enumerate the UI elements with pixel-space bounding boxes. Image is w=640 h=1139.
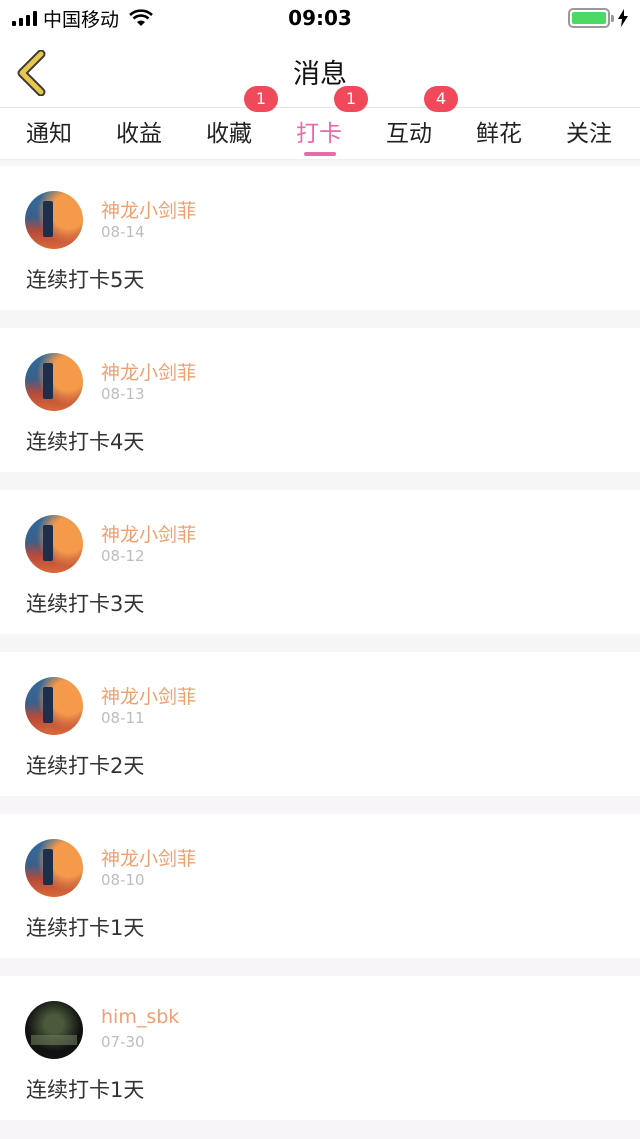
tab-interaction[interactable]: 互动 4 — [386, 86, 458, 148]
tab-badge: 1 — [334, 86, 368, 112]
tab-bar: 通知 收益 收藏 1 打卡 1 互动 4 鲜花 关注 — [0, 86, 640, 160]
active-tab-indicator — [304, 152, 336, 156]
message-content: 连续打卡2天 — [26, 754, 145, 778]
tab-checkin[interactable]: 打卡 1 — [296, 86, 368, 148]
navigation-bar: 消息 — [0, 36, 640, 108]
chevron-left-icon — [17, 49, 46, 97]
message-content: 连续打卡4天 — [26, 430, 145, 454]
tab-notifications[interactable]: 通知 — [26, 114, 72, 148]
page-title: 消息 — [293, 59, 347, 90]
message-item[interactable]: 神龙小剑菲 08-14 连续打卡5天 — [0, 166, 640, 310]
avatar[interactable] — [25, 191, 83, 249]
message-content: 连续打卡3天 — [26, 592, 145, 616]
avatar[interactable] — [25, 1001, 83, 1059]
back-button[interactable] — [14, 49, 50, 97]
battery-indicator — [568, 8, 628, 28]
status-time: 09:03 — [288, 6, 352, 30]
tab-favorites[interactable]: 收藏 1 — [206, 86, 278, 148]
message-username[interactable]: 神龙小剑菲 — [101, 844, 196, 871]
message-username[interactable]: 神龙小剑菲 — [101, 682, 196, 709]
tab-flowers[interactable]: 鲜花 — [476, 114, 522, 148]
tab-earnings[interactable]: 收益 — [116, 114, 162, 148]
message-content: 连续打卡1天 — [26, 916, 145, 940]
message-date: 08-11 — [101, 709, 145, 727]
message-date: 08-13 — [101, 385, 145, 403]
avatar[interactable] — [25, 839, 83, 897]
message-username[interactable]: 神龙小剑菲 — [101, 358, 196, 385]
tab-badge: 4 — [424, 86, 458, 112]
avatar[interactable] — [25, 677, 83, 735]
message-item[interactable]: 神龙小剑菲 08-12 连续打卡3天 — [0, 490, 640, 634]
message-content: 连续打卡1天 — [26, 1078, 145, 1102]
tab-badge: 1 — [244, 86, 278, 112]
charging-bolt-icon — [618, 9, 628, 27]
message-date: 08-14 — [101, 223, 145, 241]
message-item[interactable]: 神龙小剑菲 08-11 连续打卡2天 — [0, 652, 640, 796]
message-content: 连续打卡5天 — [26, 268, 145, 292]
message-list: 神龙小剑菲 08-14 连续打卡5天 神龙小剑菲 08-13 连续打卡4天 神龙… — [0, 166, 640, 1120]
avatar[interactable] — [25, 515, 83, 573]
battery-icon — [568, 8, 610, 28]
message-item[interactable]: 神龙小剑菲 08-13 连续打卡4天 — [0, 328, 640, 472]
message-date: 07-30 — [101, 1033, 145, 1051]
avatar[interactable] — [25, 353, 83, 411]
message-username[interactable]: him_sbk — [101, 1006, 179, 1028]
message-date: 08-12 — [101, 547, 145, 565]
status-bar: 中国移动 09:03 — [0, 0, 640, 36]
message-username[interactable]: 神龙小剑菲 — [101, 520, 196, 547]
message-item[interactable]: him_sbk 07-30 连续打卡1天 — [0, 976, 640, 1120]
tab-following[interactable]: 关注 — [566, 114, 612, 148]
message-item[interactable]: 神龙小剑菲 08-10 连续打卡1天 — [0, 814, 640, 958]
message-date: 08-10 — [101, 871, 145, 889]
message-username[interactable]: 神龙小剑菲 — [101, 196, 196, 223]
